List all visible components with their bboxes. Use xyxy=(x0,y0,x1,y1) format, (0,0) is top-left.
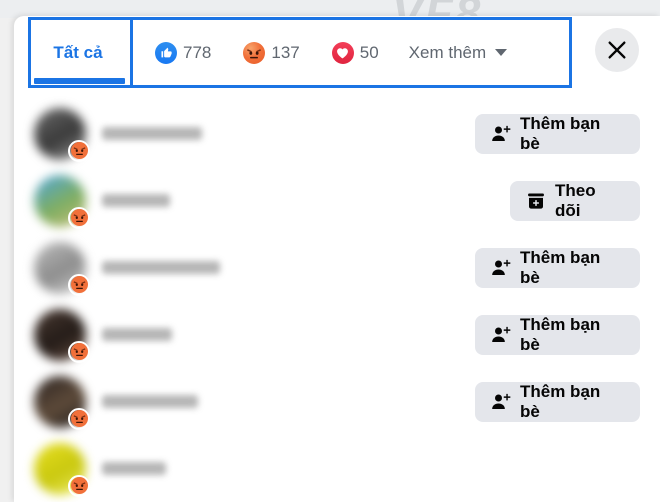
tab-love-count: 50 xyxy=(359,42,379,62)
love-icon xyxy=(331,41,354,64)
tab-all-label: Tất cả xyxy=(53,42,103,62)
avatar[interactable] xyxy=(34,375,90,430)
list-item[interactable] xyxy=(0,435,660,502)
tab-active-underline xyxy=(34,78,125,84)
list-item[interactable] xyxy=(0,100,660,167)
angry-icon xyxy=(68,407,90,430)
tab-see-more[interactable]: Xem thêm xyxy=(395,17,521,88)
close-button[interactable] xyxy=(595,28,639,72)
reactions-dialog-screen: VF8 Tất cả 778 xyxy=(0,0,660,502)
person-name[interactable] xyxy=(102,127,202,140)
avatar[interactable] xyxy=(34,107,90,162)
close-icon xyxy=(608,41,626,59)
reactor-list[interactable] xyxy=(0,96,660,502)
tab-reaction-angry[interactable]: 137 xyxy=(227,17,315,88)
tab-reaction-love[interactable]: 50 xyxy=(316,17,395,88)
avatar[interactable] xyxy=(34,174,90,229)
avatar[interactable] xyxy=(34,308,90,363)
avatar[interactable] xyxy=(34,241,90,296)
angry-icon xyxy=(68,474,90,497)
list-item[interactable] xyxy=(0,234,660,301)
tab-see-more-label: Xem thêm xyxy=(408,42,487,62)
chevron-down-icon xyxy=(495,49,508,56)
list-item[interactable] xyxy=(0,167,660,234)
tab-reaction-like[interactable]: 778 xyxy=(139,17,227,88)
tab-like-count: 778 xyxy=(183,42,212,62)
angry-icon xyxy=(68,273,90,296)
angry-icon xyxy=(243,41,266,64)
tab-angry-count: 137 xyxy=(271,42,300,62)
tab-divider xyxy=(130,18,133,87)
person-name[interactable] xyxy=(102,462,166,475)
list-item[interactable] xyxy=(0,301,660,368)
tab-all[interactable]: Tất cả xyxy=(28,17,128,88)
angry-icon xyxy=(68,139,90,162)
angry-icon xyxy=(68,206,90,229)
person-name[interactable] xyxy=(102,328,172,341)
list-item[interactable] xyxy=(0,368,660,435)
person-name[interactable] xyxy=(102,261,220,274)
reaction-tab-bar: Tất cả 778 137 50 Xem thêm xyxy=(28,17,572,88)
avatar[interactable] xyxy=(34,442,90,497)
person-name[interactable] xyxy=(102,395,198,408)
angry-icon xyxy=(68,340,90,363)
person-name[interactable] xyxy=(102,194,170,207)
like-icon xyxy=(155,41,177,64)
